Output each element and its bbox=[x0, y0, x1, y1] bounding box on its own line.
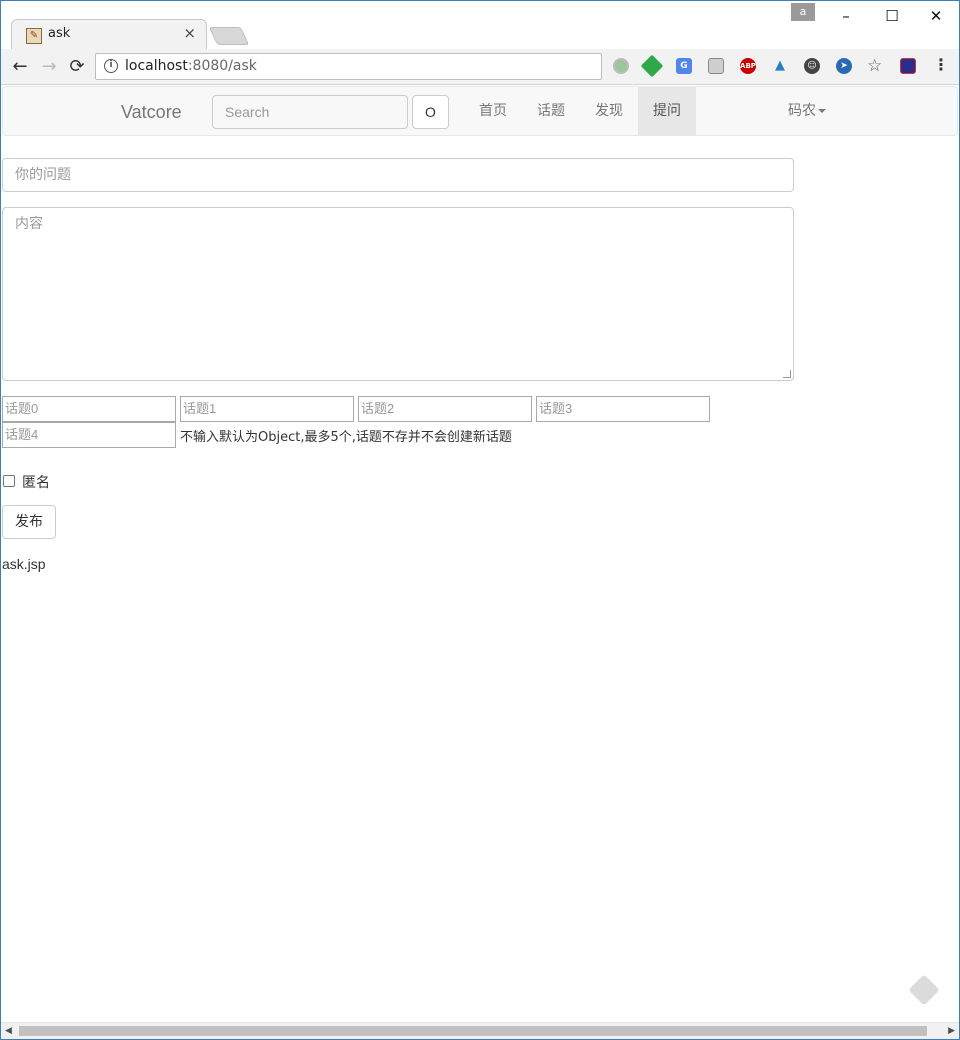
back-arrow-icon[interactable]: ← bbox=[8, 55, 32, 79]
circle-ext-icon[interactable] bbox=[613, 58, 629, 74]
page-footer-text: ask.jsp bbox=[2, 556, 46, 572]
url-host: localhost bbox=[125, 58, 188, 74]
info-icon[interactable]: i bbox=[104, 59, 118, 73]
feedly-floating-icon[interactable] bbox=[908, 974, 940, 1006]
browser-toolbar: ← → ⟳ i localhost:8080/ask G ABP ▲ ☺ ➤ ☆… bbox=[1, 49, 959, 85]
new-tab-button[interactable] bbox=[208, 27, 250, 45]
scroll-right-arrow-icon[interactable]: ▶ bbox=[948, 1026, 955, 1036]
mail-ext-icon[interactable] bbox=[708, 58, 724, 74]
user-menu-dropdown[interactable]: 码农 bbox=[773, 87, 841, 135]
horizontal-scrollbar[interactable]: ◀ ▶ bbox=[1, 1022, 959, 1039]
user-menu-label: 码农 bbox=[788, 103, 816, 119]
topic-input-1[interactable]: 话题1 bbox=[180, 396, 354, 422]
translate-ext-icon[interactable]: G bbox=[676, 58, 692, 74]
address-url: localhost:8080/ask bbox=[125, 58, 257, 74]
bookmark-star-icon[interactable]: ☆ bbox=[867, 56, 882, 76]
anonymous-label[interactable]: 匿名 bbox=[22, 472, 50, 492]
nav-link-home[interactable]: 首页 bbox=[464, 87, 522, 135]
maximize-button[interactable]: ☐ bbox=[869, 1, 915, 31]
browser-menu-icon[interactable]: ⋮ bbox=[933, 55, 949, 74]
anonymous-checkbox[interactable] bbox=[3, 475, 15, 487]
nav-link-ask[interactable]: 提问 bbox=[638, 87, 696, 135]
search-input[interactable]: Search bbox=[212, 95, 408, 129]
content-textarea[interactable]: 内容 bbox=[2, 207, 794, 381]
tab-favicon-icon: ✎ bbox=[26, 28, 42, 44]
topic-input-2[interactable]: 话题2 bbox=[358, 396, 532, 422]
topic-hint: 不输入默认为Object,最多5个,话题不存并不会创建新话题 bbox=[180, 430, 512, 445]
resize-grip-icon[interactable] bbox=[783, 370, 791, 378]
forward-arrow-icon[interactable]: → bbox=[37, 55, 61, 79]
reload-icon[interactable]: ⟳ bbox=[65, 55, 89, 79]
scrollbar-thumb[interactable] bbox=[19, 1026, 927, 1036]
chart-ext-icon[interactable]: ▲ bbox=[772, 58, 788, 74]
topic-input-0[interactable]: 话题0 bbox=[2, 396, 176, 422]
tab-title: ask bbox=[48, 26, 71, 41]
flag-ext-icon[interactable] bbox=[900, 58, 916, 74]
browser-tab[interactable]: ✎ ask × bbox=[11, 19, 207, 49]
site-navbar: Vatcore Search O 首页 话题 发现 提问 码农 bbox=[2, 86, 958, 136]
publish-button[interactable]: 发布 bbox=[2, 505, 56, 539]
topic-input-4[interactable]: 话题4 bbox=[2, 422, 176, 448]
nav-link-discover[interactable]: 发现 bbox=[580, 87, 638, 135]
tab-close-icon[interactable]: × bbox=[183, 24, 196, 42]
bird-ext-icon[interactable]: ➤ bbox=[836, 58, 852, 74]
browser-window: ✎ ask × a – ☐ ✕ ← → ⟳ i localhost:8080/a… bbox=[0, 0, 960, 1040]
content-placeholder: 内容 bbox=[15, 216, 43, 232]
github-ext-icon[interactable]: ☺ bbox=[804, 58, 820, 74]
minimize-button[interactable]: – bbox=[823, 1, 869, 31]
search-button[interactable]: O bbox=[412, 95, 449, 129]
nav-link-topics[interactable]: 话题 bbox=[522, 87, 580, 135]
close-window-button[interactable]: ✕ bbox=[913, 1, 959, 31]
profile-badge[interactable]: a bbox=[791, 3, 815, 21]
address-bar[interactable]: i localhost:8080/ask bbox=[95, 53, 602, 80]
feedly-ext-icon[interactable] bbox=[640, 54, 664, 78]
url-path: :8080/ask bbox=[187, 58, 257, 74]
caret-down-icon bbox=[818, 109, 826, 113]
page-viewport: Vatcore Search O 首页 话题 发现 提问 码农 你的问题 内容 … bbox=[1, 86, 959, 1022]
question-input[interactable]: 你的问题 bbox=[2, 158, 794, 192]
topic-input-3[interactable]: 话题3 bbox=[536, 396, 710, 422]
scroll-left-arrow-icon[interactable]: ◀ bbox=[5, 1026, 12, 1036]
tab-strip: ✎ ask × a – ☐ ✕ bbox=[1, 1, 959, 49]
adblock-ext-icon[interactable]: ABP bbox=[740, 58, 756, 74]
site-brand[interactable]: Vatcore bbox=[121, 102, 182, 123]
